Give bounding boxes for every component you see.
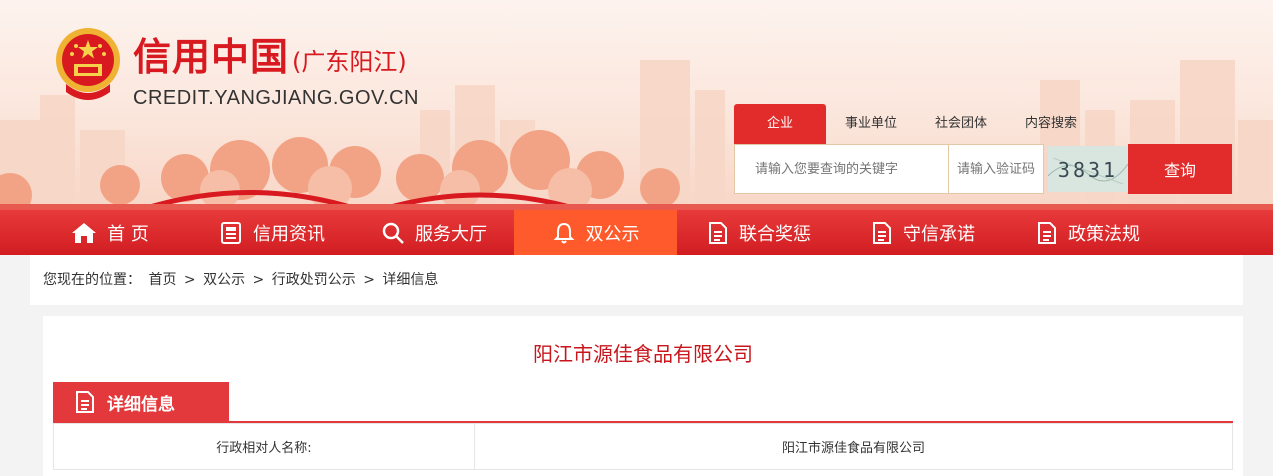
breadcrumb: 您现在的位置： 首页 > 双公示 > 行政处罚公示 > 详细信息 — [30, 255, 1243, 305]
document-icon — [76, 391, 94, 413]
search-tab-enterprise[interactable]: 企业 — [734, 104, 826, 144]
site-title: 信用中国 — [133, 35, 290, 79]
search-tabs: 企业 事业单位 社会团体 内容搜索 — [734, 104, 1096, 144]
site-url: CREDIT.YANGJIANG.GOV.CN — [133, 87, 419, 109]
breadcrumb-item-penalty[interactable]: 行政处罚公示 — [272, 272, 356, 288]
search-tab-institution[interactable]: 事业单位 — [826, 104, 916, 144]
breadcrumb-separator: > — [363, 272, 375, 288]
nav-item-label: 服务大厅 — [415, 223, 487, 245]
search-tab-social-group[interactable]: 社会团体 — [916, 104, 1006, 144]
home-icon — [72, 222, 97, 243]
keyword-input[interactable] — [734, 144, 949, 194]
national-emblem-icon — [56, 28, 120, 100]
nav-item-label: 政策法规 — [1068, 223, 1140, 245]
breadcrumb-item-double-publicity[interactable]: 双公示 — [203, 272, 245, 288]
breadcrumb-prefix: 您现在的位置： — [43, 272, 141, 288]
nav-item-home[interactable]: 首 页 — [30, 210, 190, 255]
breadcrumb-item-current: 详细信息 — [382, 272, 439, 288]
nav-item-label: 双公示 — [585, 223, 640, 245]
document-icon — [873, 221, 891, 244]
detail-table: 行政相对人名称: 阳江市源佳食品有限公司 — [53, 423, 1233, 470]
table-row: 行政相对人名称: 阳江市源佳食品有限公司 — [53, 423, 1233, 470]
breadcrumb-item-home[interactable]: 首页 — [148, 272, 176, 288]
section-title: 详细信息 — [107, 394, 175, 415]
nav-item-double-publicity[interactable]: 双公示 — [514, 210, 677, 255]
nav-item-label: 守信承诺 — [903, 223, 975, 245]
search-tab-content[interactable]: 内容搜索 — [1006, 104, 1096, 144]
site-header: 信用中国 (广东阳江) CREDIT.YANGJIANG.GOV.CN 企业 事… — [0, 0, 1273, 210]
nav-item-label: 首 页 — [107, 223, 149, 245]
nav-item-label: 信用资讯 — [253, 223, 325, 245]
nav-item-service-hall[interactable]: 服务大厅 — [354, 210, 514, 255]
query-button[interactable]: 查询 — [1128, 144, 1232, 194]
document-icon — [709, 221, 727, 244]
table-cell-value: 阳江市源佳食品有限公司 — [474, 423, 1233, 470]
breadcrumb-separator: > — [183, 272, 196, 288]
main-nav: 首 页 信用资讯 服务大厅 双公示 联合奖惩 守信承诺 政策法规 — [0, 210, 1273, 255]
nav-item-policies[interactable]: 政策法规 — [1005, 210, 1171, 255]
table-cell-key: 行政相对人名称: — [53, 423, 475, 470]
site-region: (广东阳江) — [292, 48, 407, 76]
detail-panel: 阳江市源佳食品有限公司 详细信息 行政相对人名称: 阳江市源佳食品有限公司 — [43, 316, 1243, 476]
breadcrumb-separator: > — [252, 272, 265, 288]
bell-icon — [553, 222, 574, 243]
nav-item-trust-pledge[interactable]: 守信承诺 — [841, 210, 1005, 255]
captcha-image[interactable]: 3831 — [1048, 146, 1128, 192]
newspaper-icon — [221, 221, 241, 244]
search-box: 3831 查询 — [734, 144, 1232, 194]
nav-item-credit-news[interactable]: 信用资讯 — [190, 210, 354, 255]
document-icon — [1038, 221, 1056, 244]
nav-item-joint-rewards[interactable]: 联合奖惩 — [677, 210, 841, 255]
section-header: 详细信息 — [53, 382, 229, 422]
nav-item-label: 联合奖惩 — [739, 223, 811, 245]
search-icon — [382, 222, 404, 244]
company-title: 阳江市源佳食品有限公司 — [533, 342, 753, 366]
captcha-input[interactable] — [948, 144, 1044, 194]
captcha-text: 3831 — [1058, 158, 1118, 182]
